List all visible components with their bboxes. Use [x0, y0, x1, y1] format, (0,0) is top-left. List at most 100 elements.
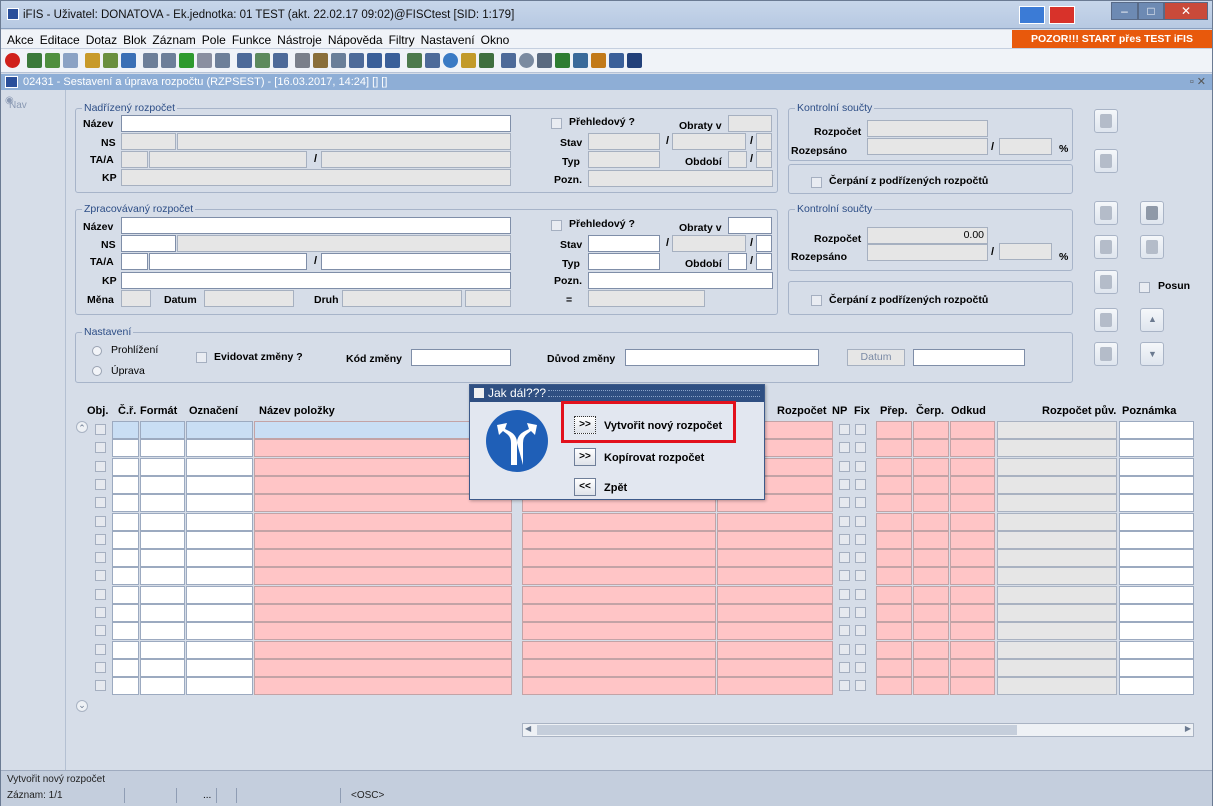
lock-button-1[interactable] — [1094, 109, 1118, 133]
cell-rozpocet[interactable] — [717, 531, 833, 549]
nadrizeny-prehledovy-checkbox[interactable] — [551, 118, 562, 129]
tree-button-1[interactable] — [1094, 149, 1118, 173]
prohlizeni-radio[interactable] — [92, 346, 102, 356]
cell-prep[interactable] — [876, 604, 912, 622]
cell-col-mid[interactable] — [522, 622, 716, 640]
cell-oznaceni[interactable] — [186, 421, 253, 439]
stack-button[interactable] — [1094, 342, 1118, 366]
cell-format[interactable] — [140, 677, 185, 695]
tool-button[interactable] — [1094, 235, 1118, 259]
nadrizeny-typ-field[interactable] — [588, 151, 660, 168]
menu-zaznam[interactable]: Záznam — [152, 33, 195, 47]
cell-oznaceni[interactable] — [186, 439, 253, 457]
cell-oznaceni[interactable] — [186, 513, 253, 531]
cell-prep[interactable] — [876, 476, 912, 494]
cell-rozpocet-puv[interactable] — [997, 494, 1117, 512]
cell-poznamka[interactable] — [1119, 677, 1194, 695]
cell-format[interactable] — [140, 622, 185, 640]
cell-cerp[interactable] — [913, 439, 949, 457]
nadrizeny-nazev-field[interactable] — [121, 115, 511, 132]
cell-odkud[interactable] — [950, 531, 995, 549]
cell-format[interactable] — [140, 531, 185, 549]
cell-oznaceni[interactable] — [186, 494, 253, 512]
cell-prep[interactable] — [876, 641, 912, 659]
filter-icon[interactable] — [215, 53, 230, 68]
nadrizeny-stav-field[interactable] — [588, 133, 660, 150]
chart-icon[interactable] — [407, 53, 422, 68]
minimize-button[interactable]: – — [1111, 2, 1138, 20]
row-fix-checkbox[interactable] — [855, 516, 866, 527]
sort-desc-icon[interactable] — [161, 53, 176, 68]
save-icon[interactable] — [27, 53, 42, 68]
menu-blok[interactable]: Blok — [123, 33, 146, 47]
row-np-checkbox[interactable] — [839, 461, 850, 472]
cell-prep[interactable] — [876, 622, 912, 640]
cell-nazev[interactable] — [254, 659, 512, 677]
cell-col-mid[interactable] — [522, 641, 716, 659]
cell-prep[interactable] — [876, 549, 912, 567]
cell-poznamka[interactable] — [1119, 476, 1194, 494]
row-fix-checkbox[interactable] — [855, 479, 866, 490]
row-np-checkbox[interactable] — [839, 607, 850, 618]
menu-funkce[interactable]: Funkce — [232, 33, 271, 47]
grid-scroll-down-icon[interactable]: ⌄ — [76, 700, 88, 712]
zpracovavany-stav-extra-field[interactable] — [756, 235, 772, 252]
cell-rozpocet-puv[interactable] — [997, 622, 1117, 640]
cell-rozpocet-puv[interactable] — [997, 439, 1117, 457]
cell-odkud[interactable] — [950, 549, 995, 567]
zpracovavany-stav-name-field[interactable] — [672, 235, 746, 252]
row-obj-checkbox[interactable] — [95, 442, 106, 453]
zpracovavany-ns-name-field[interactable] — [177, 235, 511, 252]
cell-poznamka[interactable] — [1119, 586, 1194, 604]
zpracovavany-druh-field[interactable] — [342, 290, 462, 307]
confirm-icon[interactable] — [179, 53, 194, 68]
cell-prep[interactable] — [876, 494, 912, 512]
cell-poznamka[interactable] — [1119, 659, 1194, 677]
scroll-down-button[interactable]: ▼ — [1140, 342, 1164, 366]
cell-rozpocet-puv[interactable] — [997, 549, 1117, 567]
nadrizeny-stav-name-field[interactable] — [672, 133, 746, 150]
cell-rozpocet[interactable] — [717, 659, 833, 677]
row-fix-checkbox[interactable] — [855, 552, 866, 563]
cerpani-2-checkbox[interactable] — [811, 295, 822, 306]
row-np-checkbox[interactable] — [839, 497, 850, 508]
cell-col-mid[interactable] — [522, 513, 716, 531]
zpracovavany-kp-field[interactable] — [121, 272, 511, 289]
cell-cr[interactable] — [112, 439, 139, 457]
cell-poznamka[interactable] — [1119, 622, 1194, 640]
cell-cr[interactable] — [112, 659, 139, 677]
cell-cr[interactable] — [112, 604, 139, 622]
row-obj-checkbox[interactable] — [95, 570, 106, 581]
zpracovavany-ta-name-field[interactable] — [149, 253, 307, 270]
cell-odkud[interactable] — [950, 604, 995, 622]
cell-rozpocet-puv[interactable] — [997, 476, 1117, 494]
cell-cerp[interactable] — [913, 531, 949, 549]
cell-cerp[interactable] — [913, 641, 949, 659]
warning-icon[interactable] — [479, 53, 494, 68]
cell-cerp[interactable] — [913, 476, 949, 494]
cell-cerp[interactable] — [913, 513, 949, 531]
row-np-checkbox[interactable] — [839, 662, 850, 673]
cell-odkud[interactable] — [950, 677, 995, 695]
cell-format[interactable] — [140, 567, 185, 585]
cell-nazev[interactable] — [254, 567, 512, 585]
row-obj-checkbox[interactable] — [95, 497, 106, 508]
cell-oznaceni[interactable] — [186, 458, 253, 476]
scroll-up-button[interactable]: ▲ — [1140, 308, 1164, 332]
row-fix-checkbox[interactable] — [855, 607, 866, 618]
users-icon[interactable] — [591, 53, 606, 68]
row-fix-checkbox[interactable] — [855, 680, 866, 691]
cell-cr[interactable] — [112, 567, 139, 585]
cell-cr[interactable] — [112, 641, 139, 659]
row-np-checkbox[interactable] — [839, 516, 850, 527]
cell-odkud[interactable] — [950, 458, 995, 476]
cell-nazev[interactable] — [254, 513, 512, 531]
row-obj-checkbox[interactable] — [95, 516, 106, 527]
cell-prep[interactable] — [876, 439, 912, 457]
menu-editace[interactable]: Editace — [40, 33, 80, 47]
cell-poznamka[interactable] — [1119, 549, 1194, 567]
menu-okno[interactable]: Okno — [481, 33, 510, 47]
row-fix-checkbox[interactable] — [855, 625, 866, 636]
evidovat-checkbox[interactable] — [196, 352, 207, 363]
cell-odkud[interactable] — [950, 659, 995, 677]
